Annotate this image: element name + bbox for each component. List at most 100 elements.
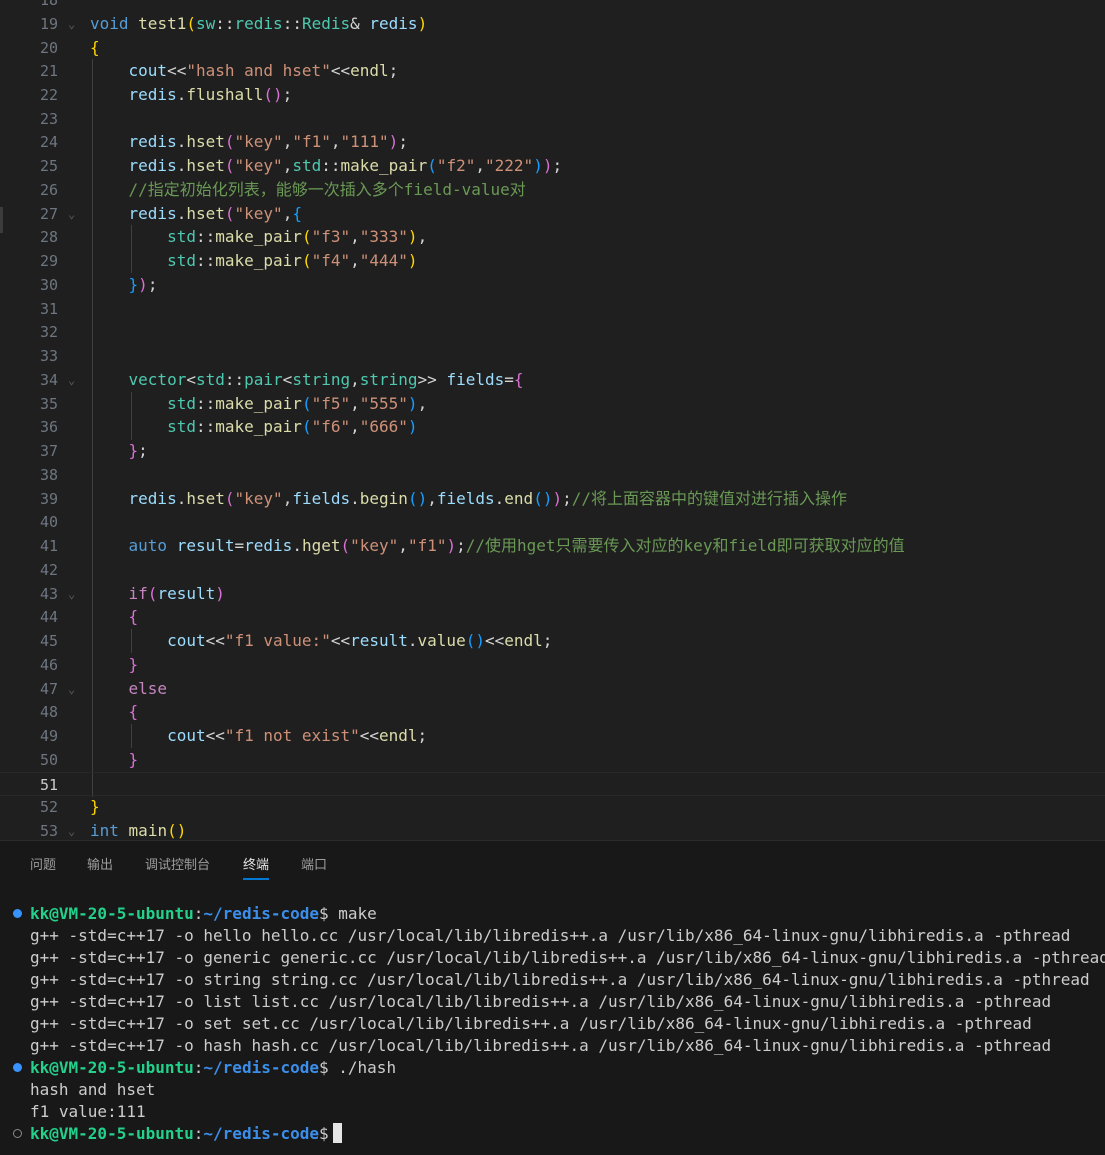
line-number: 42: [39, 561, 58, 579]
code-text: redis.flushall();: [128, 85, 293, 104]
terminal-cursor: [332, 1123, 342, 1143]
code-text: vector<std::pair<string,string>> fields=…: [128, 370, 524, 389]
code-line: 19 ⌄ void test1(sw::redis::Redis& redis): [0, 12, 1105, 36]
chevron-down-icon[interactable]: ⌄: [68, 12, 82, 36]
line-number: 50: [39, 751, 58, 769]
code-line: 40: [0, 510, 1105, 534]
code-line: 34 ⌄ vector<std::pair<string,string>> fi…: [0, 368, 1105, 392]
code-line: 47 ⌄ else: [0, 677, 1105, 701]
panel-tabs: 问题 输出 调试控制台 终端 端口: [0, 841, 1105, 883]
code-line: 23: [0, 107, 1105, 131]
code-line: 53 ⌄ int main(): [0, 819, 1105, 840]
line-number: 52: [39, 798, 58, 816]
code-line: 49 cout<<"f1 not exist"<<endl;: [0, 724, 1105, 748]
code-line: 50 }: [0, 748, 1105, 772]
command-status-dot-icon[interactable]: [13, 1129, 22, 1138]
code-text: else: [128, 679, 168, 698]
tab-ports[interactable]: 端口: [301, 854, 327, 873]
code-line: 26 //指定初始化列表，能够一次插入多个field-value对: [0, 178, 1105, 202]
line-number: 53: [39, 822, 58, 840]
code-line: 22 redis.flushall();: [0, 83, 1105, 107]
chevron-down-icon[interactable]: ⌄: [68, 819, 82, 840]
code-text: redis.hset("key",std::make_pair("f2","22…: [128, 156, 563, 175]
line-number: 31: [39, 300, 58, 318]
line-number: 24: [39, 133, 58, 151]
line-number: 47: [39, 680, 58, 698]
code-text: void test1(sw::redis::Redis& redis): [90, 14, 428, 33]
line-number: 39: [39, 490, 58, 508]
code-text: redis.hset("key",{: [128, 204, 302, 223]
chevron-down-icon[interactable]: ⌄: [68, 582, 82, 606]
line-number: 46: [39, 656, 58, 674]
code-line: 44 {: [0, 605, 1105, 629]
terminal-output-line: g++ -std=c++17 -o hash hash.cc /usr/loca…: [30, 1036, 1052, 1055]
tab-output[interactable]: 输出: [87, 854, 113, 873]
code-line: 24 redis.hset("key","f1","111");: [0, 130, 1105, 154]
line-number: 33: [39, 347, 58, 365]
code-line: 21 cout<<"hash and hset"<<endl;: [0, 59, 1105, 83]
code-line: 38: [0, 463, 1105, 487]
code-editor[interactable]: 18 19 ⌄ void test1(sw::redis::Redis& red…: [0, 0, 1105, 840]
code-text: redis.hset("key","f1","111");: [128, 132, 408, 151]
code-line: 28 std::make_pair("f3","333"),: [0, 225, 1105, 249]
chevron-down-icon[interactable]: ⌄: [68, 677, 82, 701]
command-status-dot-icon[interactable]: [13, 909, 22, 918]
terminal-prompt-line: kk@VM-20-5-ubuntu:~/redis-code$ ./hash: [30, 1058, 397, 1077]
code-text: {: [128, 607, 139, 626]
line-number: 48: [39, 703, 58, 721]
line-number: 22: [39, 86, 58, 104]
terminal-output-line: g++ -std=c++17 -o generic generic.cc /us…: [30, 948, 1105, 967]
line-number: 25: [39, 157, 58, 175]
terminal-prompt-line: kk@VM-20-5-ubuntu:~/redis-code$ make: [30, 904, 377, 923]
code-line: 39 redis.hset("key",fields.begin(),field…: [0, 487, 1105, 511]
line-number: 28: [39, 228, 58, 246]
code-line: 30 });: [0, 273, 1105, 297]
line-number: 34: [39, 371, 58, 389]
code-text: };: [128, 441, 148, 460]
code-line: 18: [0, 0, 1105, 12]
code-line: 46 }: [0, 653, 1105, 677]
line-number: 21: [39, 62, 58, 80]
line-number: 23: [39, 110, 58, 128]
line-number: 51: [39, 776, 58, 794]
code-text: std::make_pair("f5","555"),: [167, 394, 428, 413]
line-number: 41: [39, 537, 58, 555]
line-number: 45: [39, 632, 58, 650]
code-text: cout<<"hash and hset"<<endl;: [128, 61, 399, 80]
code-text: std::make_pair("f6","666"): [167, 417, 418, 436]
code-text: });: [128, 275, 158, 294]
chevron-down-icon[interactable]: ⌄: [68, 202, 82, 226]
line-number: 29: [39, 252, 58, 270]
line-number: 49: [39, 727, 58, 745]
chevron-down-icon[interactable]: ⌄: [68, 368, 82, 392]
terminal-output-line: g++ -std=c++17 -o string string.cc /usr/…: [30, 970, 1090, 989]
terminal-output-line: g++ -std=c++17 -o set set.cc /usr/local/…: [30, 1014, 1032, 1033]
terminal-prompt-line[interactable]: kk@VM-20-5-ubuntu:~/redis-code$: [30, 1123, 342, 1145]
current-line[interactable]: 51: [0, 772, 1105, 796]
line-number: 27: [39, 205, 58, 223]
code-line: 42: [0, 558, 1105, 582]
tab-debug-console[interactable]: 调试控制台: [145, 854, 210, 873]
code-line: 20 {: [0, 36, 1105, 60]
command-status-dot-icon[interactable]: [13, 1063, 22, 1072]
code-text: std::make_pair("f3","333"),: [167, 227, 428, 246]
code-line: 35 std::make_pair("f5","555"),: [0, 392, 1105, 416]
code-line: 37 };: [0, 439, 1105, 463]
code-text: auto result=redis.hget("key","f1");//使用h…: [128, 536, 905, 555]
code-text: {: [128, 702, 139, 721]
tab-problems[interactable]: 问题: [30, 854, 56, 873]
terminal-output-line: g++ -std=c++17 -o hello hello.cc /usr/lo…: [30, 926, 1071, 945]
line-number: 19: [39, 15, 58, 33]
code-line: 29 std::make_pair("f4","444"): [0, 249, 1105, 273]
code-line: 25 redis.hset("key",std::make_pair("f2",…: [0, 154, 1105, 178]
line-number: 38: [39, 466, 58, 484]
line-number: 43: [39, 585, 58, 603]
line-number: 30: [39, 276, 58, 294]
code-line: 43 ⌄ if(result): [0, 582, 1105, 606]
code-text: {: [90, 38, 100, 57]
line-number: 18: [39, 0, 58, 9]
line-number: 36: [39, 418, 58, 436]
code-text: }: [128, 655, 139, 674]
code-text: //指定初始化列表，能够一次插入多个field-value对: [128, 180, 526, 199]
tab-terminal[interactable]: 终端: [243, 854, 270, 880]
